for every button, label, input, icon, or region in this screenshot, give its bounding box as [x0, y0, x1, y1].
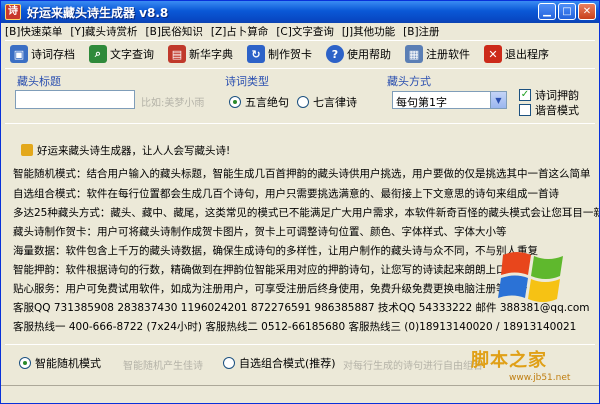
input-divider [5, 123, 595, 124]
menu-fortune[interactable]: [Z]占卜算命 [211, 24, 268, 39]
minimize-button[interactable]: ▁ [538, 3, 556, 20]
pencil-icon [21, 144, 33, 156]
slogan: 好运来藏头诗生成器，让人人会写藏头诗! [21, 143, 230, 158]
archive-button[interactable]: ▣ 诗词存档 [5, 42, 80, 66]
rhyme-checkbox[interactable]: ✓ 诗词押韵 [519, 87, 579, 103]
text-query-button[interactable]: ⌕ 文字查询 [84, 42, 159, 66]
menu-register[interactable]: [B]注册 [403, 24, 439, 39]
close-icon: ✕ [582, 6, 592, 17]
radio-unselected-icon [223, 357, 235, 369]
type-group-label: 诗词类型 [225, 75, 269, 88]
feature-line: 海量数据：软件包含上千万的藏头诗数据，确保生成诗句的多样性，让用户制作的藏头诗与… [13, 245, 538, 257]
menu-folk[interactable]: [B]民俗知识 [146, 24, 203, 39]
toolbar: ▣ 诗词存档 ⌕ 文字查询 ▤ 新华字典 ↻ 制作贺卡 ? 使用帮助 ▦ 注册软… [3, 41, 597, 67]
homophone-checkbox[interactable]: 谐音模式 [519, 102, 579, 118]
feature-line: 自选组合模式：软件在每行位置都会生成几百个诗句，用户只需要挑选满意的、最衔接上下… [13, 188, 559, 200]
menu-quick[interactable]: [B]快速菜单 [5, 24, 62, 39]
combo-mode-radio[interactable]: 自选组合模式(推荐) [223, 355, 336, 371]
content-divider [5, 344, 595, 345]
close-button[interactable]: ✕ [578, 3, 596, 20]
maximize-button[interactable]: □ [558, 3, 576, 20]
window-controls: ▁ □ ✕ [538, 3, 596, 20]
radio-selected-icon [229, 96, 241, 108]
book-icon: ▤ [168, 45, 186, 63]
card-icon: ↻ [247, 45, 265, 63]
title-group-label: 藏头标题 [17, 75, 61, 88]
feature-line: 智能随机模式：结合用户输入的藏头标题，智能生成几百首押韵的藏头诗供用户挑选，用户… [13, 168, 591, 180]
contact-phone-line: 客服热线一 400-666-8722 (7x24小时) 客服热线二 0512-6… [13, 321, 577, 333]
mode-select[interactable]: 每句第1字 ▼ [392, 91, 507, 109]
combo-mode-hint: 对每行生成的诗句进行自由组合 [343, 361, 483, 372]
menu-bar: [B]快速菜单 [Y]藏头诗赏析 [B]民俗知识 [Z]占卜算命 [C]文字查询… [1, 23, 599, 40]
register-icon: ▦ [405, 45, 423, 63]
minimize-icon: ▁ [543, 6, 551, 17]
chevron-down-icon[interactable]: ▼ [490, 92, 506, 108]
unchecked-box-icon [519, 104, 531, 116]
menu-text-query[interactable]: [C]文字查询 [276, 24, 334, 39]
random-mode-radio[interactable]: 智能随机模式 [19, 355, 101, 371]
help-icon: ? [326, 45, 344, 63]
mode-group-label: 藏头方式 [387, 75, 431, 88]
feature-line: 多达25种藏头方式：藏头、藏中、藏尾，这类常见的模式已不能满足广大用户需求，本软… [13, 207, 600, 219]
help-button[interactable]: ? 使用帮助 [321, 42, 396, 66]
feature-line: 贴心服务：用户可免费试用软件，如成为注册用户，可享受注册后终身使用，免费升级免费… [13, 283, 528, 295]
dictionary-button[interactable]: ▤ 新华字典 [163, 42, 238, 66]
checkmark-icon: ✓ [519, 89, 531, 101]
type-seven-radio[interactable]: 七言律诗 [297, 94, 357, 110]
make-card-button[interactable]: ↻ 制作贺卡 [242, 42, 317, 66]
disk-icon: ▣ [10, 45, 28, 63]
radio-selected-icon [19, 357, 31, 369]
feature-line: 智能押韵：软件根据诗句的行数，精确做到在押韵位智能采用对应的押韵诗句，让您写的诗… [13, 264, 507, 276]
maximize-icon: □ [562, 6, 572, 17]
search-icon: ⌕ [89, 45, 107, 63]
title-bar[interactable]: 诗 好运来藏头诗生成器 v8.8 ▁ □ ✕ [1, 1, 599, 23]
exit-button[interactable]: ✕ 退出程序 [479, 42, 554, 66]
toolbar-divider [5, 68, 595, 69]
title-input[interactable] [15, 90, 135, 109]
app-icon: 诗 [5, 4, 21, 20]
menu-appreciation[interactable]: [Y]藏头诗赏析 [70, 24, 137, 39]
menu-other[interactable]: [J]其他功能 [342, 24, 395, 39]
title-hint: 比如:美梦小雨 [141, 98, 205, 109]
feature-line: 藏头诗制作贺卡：用户可将藏头诗制作成贺卡图片，贺卡上可调整诗句位置、颜色、字体样… [13, 226, 507, 238]
register-button[interactable]: ▦ 注册软件 [400, 42, 475, 66]
windows-logo-icon [498, 252, 563, 302]
window-title: 好运来藏头诗生成器 v8.8 [27, 5, 169, 20]
watermark-url: www.jb51.net [509, 373, 571, 383]
status-bar [1, 385, 599, 403]
exit-icon: ✕ [484, 45, 502, 63]
watermark-logo: 脚本之家 [471, 350, 547, 371]
type-five-radio[interactable]: 五言绝句 [229, 94, 289, 110]
radio-unselected-icon [297, 96, 309, 108]
random-mode-hint: 智能随机产生佳诗 [123, 361, 203, 372]
app-window: 诗 好运来藏头诗生成器 v8.8 ▁ □ ✕ [B]快速菜单 [Y]藏头诗赏析 … [0, 0, 600, 404]
